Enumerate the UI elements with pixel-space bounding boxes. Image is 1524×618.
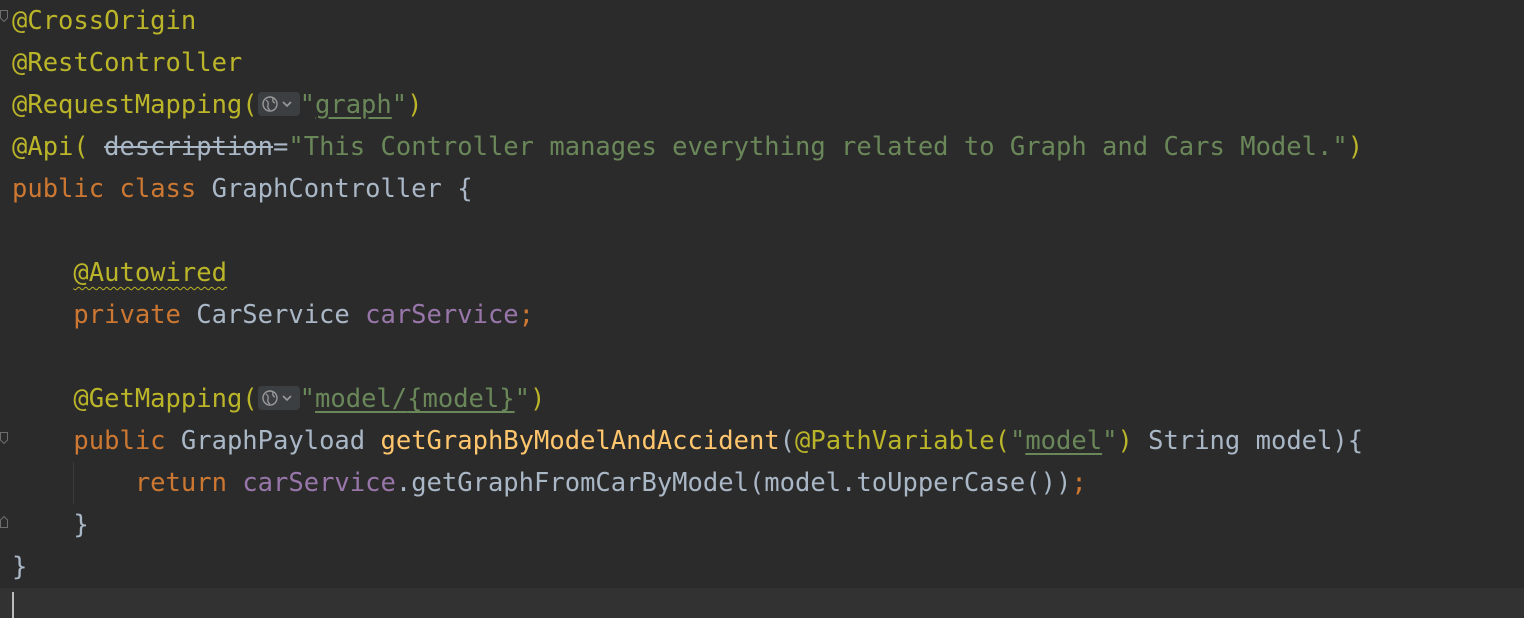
code-token: = — [273, 132, 289, 162]
code-token: ; — [518, 300, 535, 330]
code-token: ) — [407, 90, 423, 120]
code-token: @CrossOrigin — [12, 6, 197, 36]
code-token: description — [104, 132, 274, 162]
code-token: model — [1025, 426, 1103, 456]
fold-marker-icon[interactable] — [0, 10, 8, 22]
code-token: @Autowired — [73, 258, 227, 288]
code-token: {model} — [407, 384, 515, 414]
code-token: " — [391, 90, 408, 120]
code-line[interactable]: public class GraphController { — [12, 168, 473, 210]
code-token: public — [73, 426, 166, 456]
code-token: " — [1102, 426, 1118, 456]
code-token: } — [12, 552, 28, 582]
code-token: String model){ — [1132, 426, 1364, 456]
code-token: model/ — [315, 384, 408, 414]
code-token: private — [73, 300, 181, 330]
code-token: return — [134, 468, 227, 498]
code-line[interactable]: } — [12, 504, 89, 546]
code-token: ) — [1347, 132, 1364, 162]
code-token: graph — [315, 90, 392, 120]
fold-end-marker-icon[interactable] — [0, 516, 8, 528]
code-token: @PathVariable( — [795, 426, 1010, 456]
code-token: @Api( — [12, 132, 89, 162]
code-line[interactable]: @RestController — [12, 42, 242, 84]
code-token: getGraphByModelAndAccident — [380, 426, 780, 456]
code-token: CarService — [180, 300, 366, 330]
code-token: " — [299, 384, 316, 414]
code-token: } — [12, 510, 89, 540]
code-token: @GetMapping( — [73, 384, 258, 414]
code-line[interactable]: return carService.getGraphFromCarByModel… — [12, 462, 1087, 504]
code-line[interactable]: @Autowired — [12, 252, 227, 294]
code-token: " — [1009, 426, 1026, 456]
code-token: @RequestMapping( — [12, 90, 258, 120]
code-line[interactable]: @CrossOrigin — [12, 0, 196, 42]
code-token: .getGraphFromCarByModel(model.toUpperCas… — [395, 468, 1072, 498]
code-token: "This Controller manages everything rela… — [288, 132, 1348, 162]
code-token: GraphPayload — [165, 426, 381, 456]
code-line[interactable]: @GetMapping("model/{model}") — [12, 378, 545, 420]
code-token: public — [12, 174, 105, 204]
code-token: ) — [529, 384, 546, 414]
globe-icon[interactable] — [257, 386, 300, 410]
code-line[interactable]: public GraphPayload getGraphByModelAndAc… — [12, 420, 1363, 462]
code-token: GraphController { — [196, 174, 473, 204]
code-line[interactable]: } — [12, 546, 27, 588]
code-token: @RestController — [12, 48, 243, 78]
code-line[interactable]: @RequestMapping( "graph") — [12, 84, 422, 126]
code-token: ; — [1071, 468, 1087, 498]
code-token: " — [299, 90, 315, 120]
code-token: ) — [1117, 426, 1133, 456]
code-editor[interactable]: @CrossOrigin @RestController @RequestMappi… — [0, 0, 1524, 618]
fold-marker-icon[interactable] — [0, 432, 8, 444]
current-line-highlight — [0, 588, 1524, 618]
code-token: " — [514, 384, 530, 414]
code-token: class — [119, 174, 197, 204]
code-line[interactable]: @Api( description="This Controller manag… — [12, 126, 1363, 168]
globe-icon[interactable] — [257, 92, 300, 116]
code-line[interactable]: private CarService carService; — [12, 294, 534, 336]
code-token: carService — [242, 468, 396, 498]
text-caret — [12, 592, 14, 618]
code-token: ( — [779, 426, 796, 456]
code-token: carService — [365, 300, 519, 330]
